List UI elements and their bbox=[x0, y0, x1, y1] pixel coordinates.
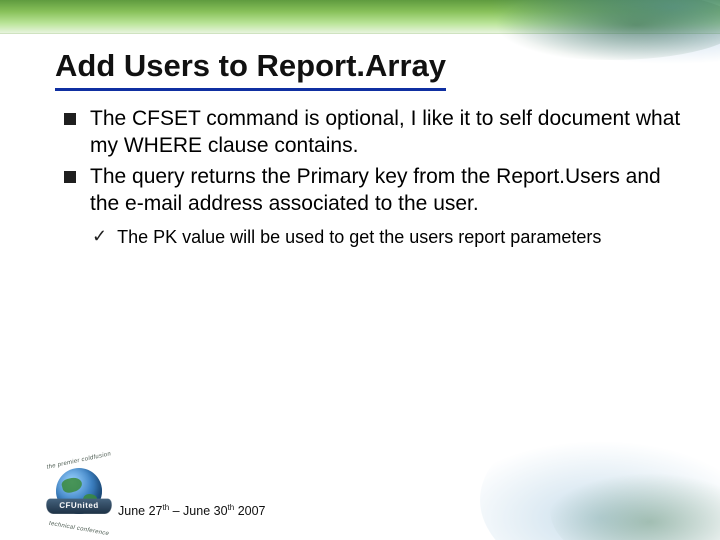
top-banner bbox=[0, 0, 720, 34]
square-bullet-icon bbox=[64, 171, 76, 183]
slide-body: The CFSET command is optional, I like it… bbox=[64, 106, 684, 248]
sub-bullet-item: ✓ The PK value will be used to get the u… bbox=[92, 226, 684, 249]
cfunited-logo: the premier coldfusion CFUnited technica… bbox=[44, 458, 114, 528]
bullet-text: The CFSET command is optional, I like it… bbox=[90, 106, 684, 160]
slide-title: Add Users to Report.Array bbox=[55, 48, 446, 91]
logo-ribbon: CFUnited bbox=[45, 499, 113, 514]
bullet-item: The query returns the Primary key from t… bbox=[64, 164, 684, 218]
checkmark-icon: ✓ bbox=[92, 226, 107, 248]
bullet-text: The query returns the Primary key from t… bbox=[90, 164, 684, 218]
bullet-item: The CFSET command is optional, I like it… bbox=[64, 106, 684, 160]
sub-bullet-text: The PK value will be used to get the use… bbox=[117, 226, 601, 249]
slide: Add Users to Report.Array The CFSET comm… bbox=[0, 0, 720, 540]
square-bullet-icon bbox=[64, 113, 76, 125]
footer-date: June 27th – June 30th 2007 bbox=[118, 503, 266, 518]
logo-arc-bottom: technical conference bbox=[44, 520, 114, 538]
